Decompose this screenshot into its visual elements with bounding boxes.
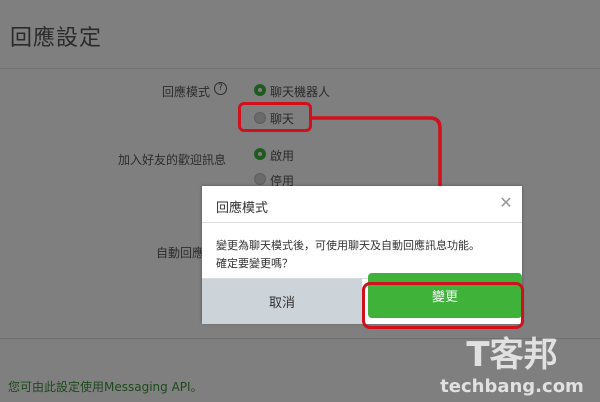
watermark-bottom-text: techbang.com <box>440 376 584 397</box>
change-button-highlight <box>362 282 524 329</box>
dialog-message-line2: 確定要變更嗎？ <box>216 257 293 270</box>
cancel-button[interactable]: 取消 <box>202 279 362 324</box>
watermark-top-text: T客邦 <box>466 335 557 375</box>
dialog-message: 變更為聊天模式後，可使用聊天及自動回應訊息功能。 確定要變更嗎？ <box>216 237 516 273</box>
close-icon[interactable]: ✕ <box>499 195 513 211</box>
dialog-divider <box>202 222 522 223</box>
dialog-title: 回應模式 <box>216 201 269 216</box>
techbang-watermark-logo: T客邦 techbang.com <box>440 335 584 397</box>
dialog-message-line1: 變更為聊天模式後，可使用聊天及自動回應訊息功能。 <box>216 239 480 252</box>
